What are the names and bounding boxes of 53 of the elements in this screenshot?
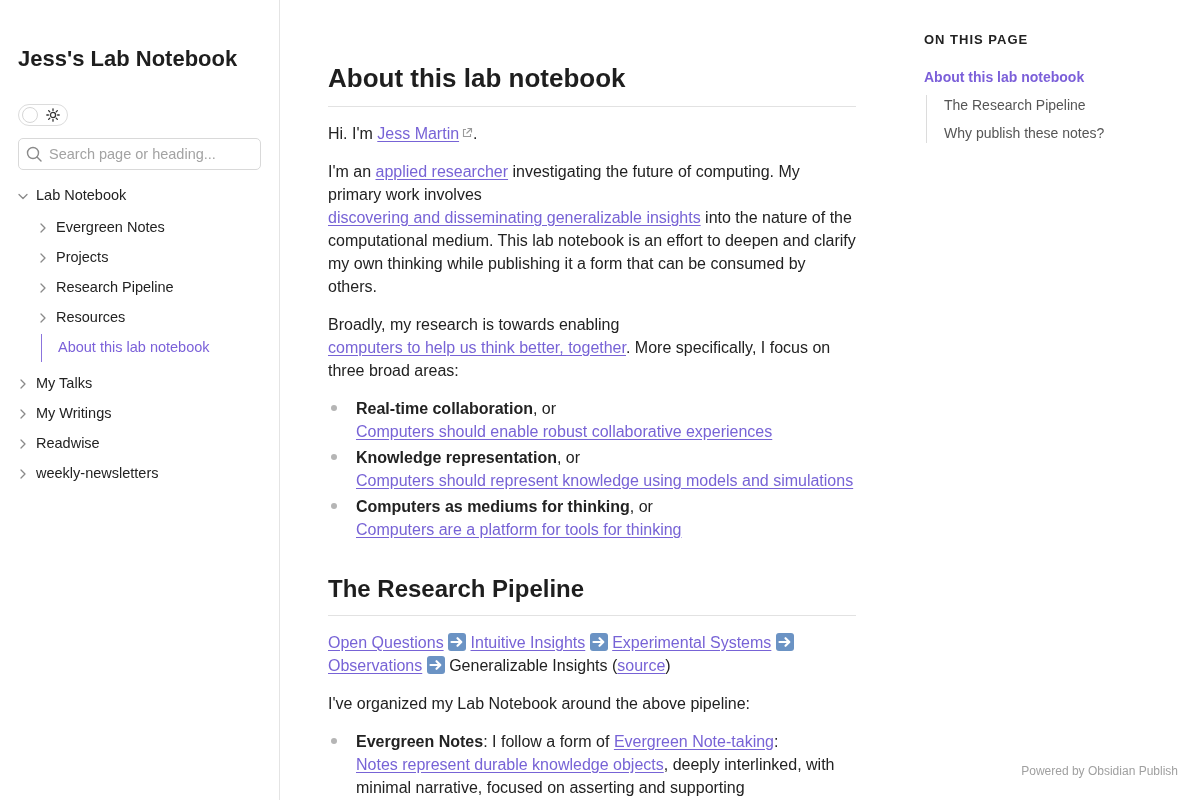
bullet-icon bbox=[331, 503, 337, 509]
arrow-right-icon bbox=[775, 633, 794, 651]
text-link[interactable]: Evergreen Note-taking bbox=[613, 733, 774, 750]
paragraph: I've organized my Lab Notebook around the above pipeline: bbox=[328, 694, 751, 714]
sidebar-item[interactable]: Resources bbox=[38, 303, 261, 333]
list-item-text: Real-time collaboration, or Computers should enable robust collaborative experiences bbox=[356, 399, 774, 442]
text-link[interactable]: discovering and disseminating generalizable insights bbox=[328, 209, 701, 226]
list-item-text: Evergreen Notes: I follow a form of Evergreen Note-taking: Notes represent durable knowledge objects, deeply interlinked, with minimal narrative, focused on asserting and supporting bbox=[356, 732, 836, 798]
text-link[interactable]: Observations bbox=[328, 657, 423, 674]
text-link[interactable]: Experimental Systems bbox=[612, 634, 772, 651]
list-item-text: Knowledge representation, or Computers should represent knowledge using models and simulations bbox=[356, 448, 855, 491]
text-link[interactable]: Jess Martin bbox=[377, 125, 460, 142]
paragraph: I'm an applied researcher investigating the future of computing. My primary work involves discovering and disseminating generalizable insights into the nature of the computational medium. This lab notebook is an effort to deepen and clarify my own thinking while publishing it a form that can be consumed by others. bbox=[328, 162, 856, 297]
text-link[interactable]: Computers should represent knowledge using models and simulations bbox=[356, 472, 854, 489]
toc-link[interactable]: About this lab notebook bbox=[924, 67, 1085, 87]
arrow-right-icon bbox=[448, 633, 467, 651]
toc-link[interactable]: The Research Pipeline bbox=[944, 95, 1086, 115]
bullet-icon bbox=[331, 405, 337, 411]
arrow-right-icon bbox=[589, 633, 608, 651]
arrow-right-icon bbox=[426, 656, 445, 674]
search-field[interactable]: Search page or heading... bbox=[18, 138, 261, 170]
text-link[interactable]: Notes represent durable knowledge objects bbox=[356, 756, 664, 773]
sidebar-item[interactable]: Projects bbox=[38, 243, 261, 273]
toc-heading: ON THIS PAGE bbox=[924, 31, 1030, 49]
footer-credit: Powered by Obsidian Publish bbox=[1020, 763, 1178, 780]
search-icon bbox=[26, 146, 42, 162]
text-link[interactable]: computers to help us think better, together bbox=[328, 339, 626, 356]
sidebar-item[interactable]: My Writings bbox=[18, 399, 261, 429]
page-title: About this lab notebook bbox=[328, 61, 856, 107]
external-link-icon bbox=[461, 127, 474, 138]
bullet-icon bbox=[331, 454, 337, 460]
text-link[interactable]: applied researcher bbox=[375, 163, 509, 180]
paragraph: Hi. I'm Jess Martin . bbox=[328, 124, 479, 144]
text-link[interactable]: Computers should enable robust collaborative experiences bbox=[356, 423, 773, 440]
sidebar-item[interactable]: Lab Notebook bbox=[18, 181, 261, 211]
sun-icon bbox=[46, 108, 60, 122]
sidebar-item[interactable]: Readwise bbox=[18, 429, 261, 459]
sidebar-item[interactable]: My Talks bbox=[18, 369, 261, 399]
text-link[interactable]: Open Questions bbox=[328, 634, 444, 651]
toc-link[interactable]: Why publish these notes? bbox=[944, 123, 1105, 143]
theme-toggle[interactable] bbox=[18, 104, 68, 126]
paragraph: Open Questions Intuitive Insights Experimental Systems Observations Generalizable Insights (source) bbox=[328, 631, 856, 677]
sidebar-item[interactable]: About this lab notebook bbox=[41, 334, 261, 362]
site-title: Jess's Lab Notebook bbox=[18, 45, 239, 73]
sidebar-item[interactable]: Evergreen Notes bbox=[38, 213, 261, 243]
sidebar-item[interactable]: weekly-newsletters bbox=[18, 459, 261, 489]
sidebar-item[interactable]: Research Pipeline bbox=[38, 273, 261, 303]
section-heading: The Research Pipeline bbox=[328, 573, 856, 616]
text-link[interactable]: Intuitive Insights bbox=[470, 634, 586, 651]
bullet-icon bbox=[331, 738, 337, 744]
text-link[interactable]: Computers are a platform for tools for thinking bbox=[356, 521, 682, 538]
paragraph: Broadly, my research is towards enabling computers to help us think better, together. More specifically, I focus on three broad areas: bbox=[328, 315, 832, 381]
list-item-text: Computers as mediums for thinking, or Computers are a platform for tools for thinking bbox=[356, 497, 683, 540]
